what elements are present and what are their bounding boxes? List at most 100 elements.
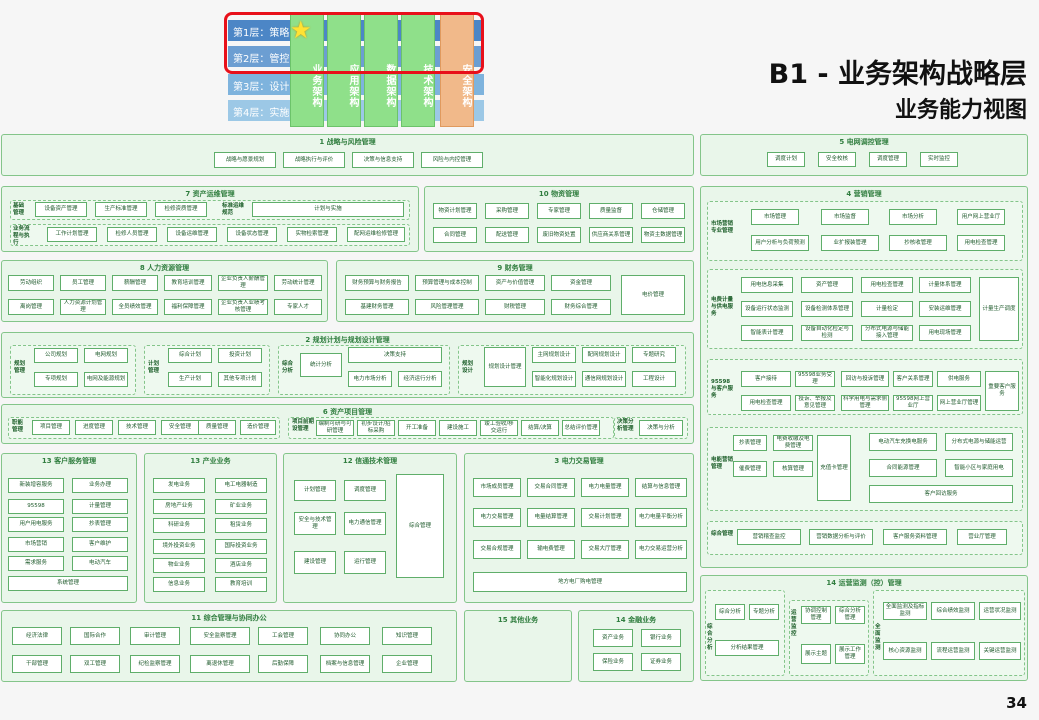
side-label: 全面监测 <box>875 624 881 651</box>
capability-box: 安全管理 <box>161 420 199 435</box>
capability-box: 综合分析 <box>715 604 745 620</box>
panel-title: 3 电力交易管理 <box>554 457 604 465</box>
capability-box: 计量生产调度 <box>979 277 1019 341</box>
capability-box: 充值卡管理 <box>817 435 851 501</box>
capability-box: 初步设计/招标采购 <box>357 420 395 436</box>
capability-box: 全面监测及指标监测 <box>883 602 927 620</box>
capability-box: 电工电器制造 <box>215 478 267 493</box>
capability-box: 全员绩效管理 <box>112 299 158 315</box>
capability-box: 专家人才 <box>274 299 322 315</box>
panel-marketing: 4 营销管理 市场营销专业管理 市场管理 市场监督 市场分析 用户网上营业厅 用… <box>700 186 1028 568</box>
panel-title: 12 信通技术管理 <box>342 457 398 465</box>
capability-box: 分布式电源与储能运营 <box>945 433 1013 451</box>
capability-box: 投诉、举报及意见管理 <box>795 395 835 411</box>
capability-box: 客户维护 <box>72 537 128 552</box>
capability-box: 风险与内控管理 <box>421 152 483 168</box>
capability-box: 电力市场分析 <box>348 371 392 387</box>
capability-box: 建设施工 <box>439 420 477 436</box>
capability-box: 财务综合管理 <box>551 299 611 315</box>
page-subtitle: 业务能力视图 <box>894 98 1027 123</box>
capability-box: 核算管理 <box>773 461 813 477</box>
capability-box: 干部管理 <box>12 655 62 673</box>
capability-box: 设备运维管理 <box>167 227 217 242</box>
capability-box: 主网规划设计 <box>532 347 576 363</box>
capability-box: 需求服务 <box>8 556 64 571</box>
capability-box: 科学用电与需求侧管理 <box>841 395 889 411</box>
capability-box: 设备状态管理 <box>227 227 277 242</box>
panel-info-tech: 12 信通技术管理 计划管理 调度管理 安全与技术管理 电力通信管理 建设管理 … <box>283 453 457 603</box>
capability-box: 结算/决算 <box>521 420 559 436</box>
capability-box: 资产管理 <box>801 277 853 293</box>
capability-box: 保险业务 <box>593 653 633 671</box>
capability-box: 劳动统计管理 <box>274 275 322 291</box>
capability-box: 物业业务 <box>153 558 205 573</box>
capability-box: 房地产业务 <box>153 499 205 514</box>
capability-box: 薪酬管理 <box>112 275 158 291</box>
capability-box: 设备检测体系管理 <box>801 301 853 317</box>
capability-box: 客户关系管理 <box>893 371 933 387</box>
capability-box: 安全校核 <box>818 152 856 167</box>
capability-box: 资金管理 <box>551 275 611 291</box>
capability-box: 租赁业务 <box>215 518 267 533</box>
capability-box: 营业厅管理 <box>957 529 1007 545</box>
panel-strategy: 1 战略与风险管理 战略与愿景规划 战略执行与评价 决策与信息支持 风险与内控管… <box>1 134 694 176</box>
capability-box: 电力交易运营分析 <box>635 540 687 559</box>
panel-admin: 11 综合管理与协同办公 经济法律 国际合作 审计管理 安全监察管理 工会管理 … <box>1 610 457 682</box>
panel-materials: 10 物资管理 物资计划管理 采购管理 专家管理 质量监督 仓储管理 合同管理 … <box>424 186 694 252</box>
capability-box: 催费管理 <box>733 461 767 477</box>
panel-customer: 13 客户服务管理 新装增容服务 业务办理 95598 计量管理 用户用电服务 … <box>1 453 137 603</box>
capability-box: 输电费管理 <box>527 540 575 559</box>
capability-box: 专项规划 <box>34 372 78 387</box>
capability-box: 经济运行分析 <box>398 371 442 387</box>
capability-box: 合同能源管理 <box>869 459 937 477</box>
capability-box: 科研业务 <box>153 518 205 533</box>
capability-box: 专家管理 <box>537 203 581 219</box>
capability-box: 抄表管理 <box>72 517 128 532</box>
capability-box: 工作计划管理 <box>47 227 97 242</box>
capability-box: 配网运维检修管理 <box>347 227 405 242</box>
capability-box: 市场分析 <box>889 209 937 225</box>
capability-box: 系统管理 <box>8 576 128 591</box>
panel-title: 14 运营监测（控）管理 <box>826 579 902 587</box>
panel-title: 15 其他业务 <box>497 616 539 624</box>
capability-box: 项目管理 <box>32 420 70 435</box>
capability-box: 实物检索管理 <box>287 227 337 242</box>
side-label: 业务流程与执行 <box>13 226 30 246</box>
capability-box: 电网规划 <box>84 348 128 363</box>
capability-box: 协同办公 <box>320 627 370 645</box>
capability-box: 公司规划 <box>34 348 78 363</box>
capability-box: 回访与投诉管理 <box>841 371 889 387</box>
capability-box: 95598 <box>8 499 64 514</box>
panel-title: 8 人力资源管理 <box>139 264 190 272</box>
capability-box: 供电服务 <box>937 371 981 387</box>
capability-box: 95598网上营业厅 <box>893 395 933 411</box>
panel-power-trade: 3 电力交易管理 市场成员管理 交易合同管理 电力电量管理 结算与信息管理 电力… <box>464 453 694 603</box>
side-label: 决策分析管理 <box>617 419 634 432</box>
panel-ops-monitor: 14 运营监测（控）管理 综合分析 综合分析 专题分析 分析结果管理 运营监控 … <box>700 575 1028 681</box>
capability-box: 纪检监察管理 <box>130 655 180 673</box>
capability-box: 电动汽车充换电服务 <box>869 433 937 451</box>
capability-box: 企业负责人薪酬管理 <box>218 275 268 291</box>
side-label: 项目前期设管理 <box>292 419 315 432</box>
page-title: B1 - 业务架构战略层 <box>768 59 1027 90</box>
capability-box: 用户网上营业厅 <box>957 209 1005 225</box>
panel-title: 9 财务管理 <box>497 264 533 272</box>
capability-box: 信息业务 <box>153 577 205 592</box>
capability-box: 后勤保障 <box>258 655 308 673</box>
panel-title: 4 营销管理 <box>846 190 882 198</box>
capability-box: 用电信息采集 <box>741 277 793 293</box>
capability-box: 通信网规划设计 <box>582 371 626 387</box>
capability-box: 用电检查管理 <box>861 277 913 293</box>
capability-box: 决策支持 <box>348 347 442 363</box>
capability-box: 地方电厂购电管理 <box>473 572 687 592</box>
capability-box: 智能表计管理 <box>741 325 793 341</box>
panel-title: 13 客户服务管理 <box>41 457 97 465</box>
star-icon: ★ <box>290 16 312 44</box>
capability-box: 电费收缴及电费管理 <box>773 435 813 451</box>
capability-box: 配网规划设计 <box>582 347 626 363</box>
capability-box: 知识管理 <box>382 627 432 645</box>
capability-box: 资产业务 <box>593 629 633 647</box>
capability-box: 其他专项计划 <box>218 372 262 387</box>
capability-box: 基建财务管理 <box>345 299 409 315</box>
capability-box: 检修资质管理 <box>155 202 207 217</box>
